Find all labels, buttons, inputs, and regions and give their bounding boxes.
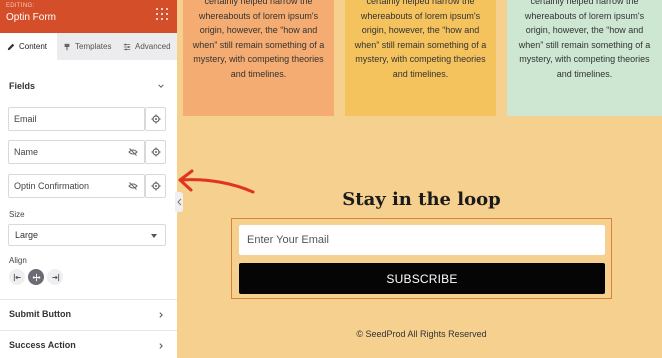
tab-content[interactable]: Content xyxy=(0,33,57,60)
brush-icon xyxy=(64,43,70,50)
section-submit-button[interactable]: Submit Button xyxy=(9,309,167,323)
content-card-1: certainly helped narrow the whereabouts … xyxy=(183,0,334,116)
subscribe-button[interactable]: SUBSCRIBE xyxy=(239,263,605,294)
tab-templates-label: Templates xyxy=(75,42,112,51)
tab-advanced-label: Advanced xyxy=(135,42,171,51)
caret-down-icon xyxy=(151,234,157,238)
align-right-icon xyxy=(51,273,59,281)
align-left-button[interactable] xyxy=(9,269,25,285)
content-card-2: certainly helped narrow the whereabouts … xyxy=(345,0,496,116)
field-optin-confirmation-label: Optin Confirmation xyxy=(14,181,90,191)
pencil-icon xyxy=(7,43,15,50)
section-submit-button-label: Submit Button xyxy=(9,309,71,319)
divider xyxy=(0,330,177,331)
field-optin-settings-button[interactable] xyxy=(145,174,166,198)
card-3-text: certainly helped narrow the whereabouts … xyxy=(518,0,651,79)
tab-content-label: Content xyxy=(19,42,48,51)
sidebar-tabs: Content Templates Advanced xyxy=(0,33,177,60)
chevron-right-icon xyxy=(159,312,163,318)
field-name-label: Name xyxy=(14,147,39,157)
tab-templates[interactable]: Templates xyxy=(60,33,118,60)
field-optin-visibility-toggle[interactable] xyxy=(122,174,144,198)
eye-slash-icon xyxy=(128,182,138,190)
size-select[interactable]: Large xyxy=(8,224,166,246)
footer-copyright: © SeedProd All Rights Reserved xyxy=(356,329,487,339)
align-left-icon xyxy=(13,273,21,281)
sidebar-body: Fields Email Name Optin Confirmation Siz… xyxy=(0,60,177,358)
fields-heading: Fields xyxy=(9,81,36,91)
size-label: Size xyxy=(9,210,25,219)
divider xyxy=(0,299,177,300)
field-email[interactable]: Email xyxy=(8,107,145,131)
field-row-email: Email xyxy=(8,107,166,131)
align-label: Align xyxy=(9,256,27,265)
field-name-visibility-toggle[interactable] xyxy=(122,140,144,164)
gear-icon xyxy=(151,147,160,157)
chevron-down-icon xyxy=(158,84,164,88)
field-row-name: Name xyxy=(8,140,166,164)
optin-heading: Stay in the loop xyxy=(342,189,501,210)
gear-icon xyxy=(151,114,160,124)
card-1-text: certainly helped narrow the whereabouts … xyxy=(192,0,325,79)
field-name-settings-button[interactable] xyxy=(145,140,166,164)
fields-section-header[interactable]: Fields xyxy=(9,81,167,93)
align-center-icon xyxy=(32,273,40,281)
field-email-settings-button[interactable] xyxy=(145,107,166,131)
editing-label: EDITING: xyxy=(6,3,35,9)
email-input[interactable]: Enter Your Email xyxy=(239,225,605,255)
sliders-icon xyxy=(123,43,131,50)
sidebar-header: EDITING: Optin Form xyxy=(0,0,177,33)
content-card-3: certainly helped narrow the whereabouts … xyxy=(507,0,662,116)
gear-icon xyxy=(151,181,160,191)
size-select-value: Large xyxy=(15,230,39,240)
grid-menu-icon[interactable] xyxy=(156,8,168,22)
align-right-button[interactable] xyxy=(47,269,63,285)
editor-sidebar: EDITING: Optin Form Content Templates Ad… xyxy=(0,0,177,358)
field-row-optin-confirmation: Optin Confirmation xyxy=(8,174,166,198)
section-success-action-label: Success Action xyxy=(9,340,76,350)
section-success-action[interactable]: Success Action xyxy=(9,340,167,354)
align-center-button[interactable] xyxy=(28,269,44,285)
tab-advanced[interactable]: Advanced xyxy=(121,33,177,60)
align-button-group xyxy=(9,269,63,287)
annotation-arrow-icon xyxy=(178,169,255,194)
optin-form-block[interactable]: Enter Your Email SUBSCRIBE xyxy=(231,218,612,299)
email-input-placeholder: Enter Your Email xyxy=(247,234,329,246)
eye-slash-icon xyxy=(128,148,138,156)
card-2-text: certainly helped narrow the whereabouts … xyxy=(354,0,487,79)
block-title: Optin Form xyxy=(6,12,57,23)
field-email-label: Email xyxy=(14,114,37,124)
chevron-right-icon xyxy=(159,343,163,349)
